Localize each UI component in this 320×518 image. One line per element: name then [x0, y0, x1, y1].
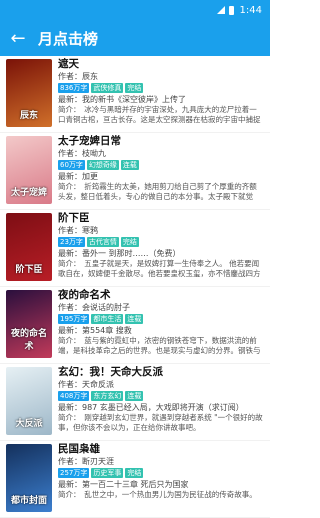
- book-tags: 60万字 幻想奇缘 连载: [58, 160, 264, 170]
- word-count-badge: 408万字: [58, 391, 90, 401]
- book-description: 简介： 折筠霧生的太美，她用剪刀给自己剪了个厚重的齐额头发，整日低着头，专心的做…: [58, 182, 257, 201]
- book-title[interactable]: 遮天: [58, 58, 264, 71]
- book-info: 阶下臣 作者：寒鸦 23万字 古代言情 完结 最新：番外一 到那时……（免费） 简介： 五皇…: [58, 212, 264, 279]
- book-description: 简介： 冰冷与黑暗并存的宇宙深处，九具庞大的龙尸拉着一口青铜古棺，亘古长存。这是…: [58, 105, 261, 124]
- latest-chapter: 最新：987 玄墨已经入局，大戏即将开演（求订阅）: [58, 403, 244, 412]
- cover-lettering: 阶下臣: [15, 265, 43, 275]
- latest-chapter: 最新：第554章 搜救: [58, 326, 132, 335]
- latest-chapter: 最新：第一百二十三章 死后只为国家: [58, 480, 189, 489]
- category-badge: 东方玄幻: [91, 391, 124, 401]
- category-badge: 历史军事: [91, 468, 124, 478]
- book-cover[interactable]: 大反派: [6, 367, 52, 435]
- book-title[interactable]: 太子宠婢日常: [58, 135, 264, 148]
- book-tags: 195万字 都市生活 连载: [58, 314, 264, 324]
- status-bar: 1:44: [0, 0, 270, 20]
- book-description: 简介： 蓝与紫的霓虹中，浓密的钢铁苍穹下，数据洪流的前端，是科技革命之后的世界。…: [58, 336, 261, 355]
- back-arrow-icon[interactable]: ←: [0, 28, 36, 49]
- book-author: 作者：辰东: [58, 72, 98, 81]
- word-count-badge: 195万字: [58, 314, 90, 324]
- book-author: 作者：天命反派: [58, 380, 114, 389]
- battery-icon: [228, 5, 234, 15]
- book-list-item[interactable]: 阶下臣 阶下臣 作者：寒鸦 23万字 古代言情 完结 最新：番外一 到那时……（免费） 简介：…: [0, 210, 270, 287]
- book-list-item[interactable]: 太子宠婢 太子宠婢日常 作者：枝呦九 60万字 幻想奇缘 连载 最新：加更 简介： 折筠霧生的…: [0, 133, 270, 210]
- status-badge: 完结: [125, 468, 144, 478]
- cover-lettering: 辰东: [19, 111, 38, 121]
- book-title[interactable]: 玄幻：我！天命大反派: [58, 366, 264, 379]
- book-title[interactable]: 夜的命名术: [58, 289, 264, 302]
- cover-lettering: 夜的命名术: [10, 329, 47, 352]
- cover-lettering: 太子宠婢: [10, 188, 47, 198]
- category-badge: 都市生活: [91, 314, 124, 324]
- status-badge: 完结: [125, 83, 144, 93]
- word-count-badge: 836万字: [58, 83, 90, 93]
- book-cover[interactable]: 太子宠婢: [6, 136, 52, 204]
- book-description: 简介： 乱世之中，一个热血男儿为国为民征战的传奇故事。: [58, 490, 257, 499]
- word-count-badge: 23万字: [58, 237, 85, 247]
- category-badge: 古代言情: [86, 237, 119, 247]
- book-list: 辰东 遮天 作者：辰东 836万字 武侠修真 完结 最新：我的新书《深空彼岸》上传了 简介： …: [0, 56, 270, 518]
- book-cover[interactable]: 辰东: [6, 59, 52, 127]
- latest-chapter: 最新：我的新书《深空彼岸》上传了: [58, 95, 186, 104]
- book-info: 玄幻：我！天命大反派 作者：天命反派 408万字 东方玄幻 连载 最新：987 玄墨已经入…: [58, 366, 264, 433]
- word-count-badge: 60万字: [58, 160, 85, 170]
- signal-icon: [216, 6, 225, 14]
- word-count-badge: 257万字: [58, 468, 90, 478]
- latest-chapter: 最新：番外一 到那时……（免费）: [58, 249, 181, 258]
- book-author: 作者：寒鸦: [58, 226, 98, 235]
- book-list-item[interactable]: 大反派 玄幻：我！天命大反派 作者：天命反派 408万字 东方玄幻 连载 最新：987 玄墨…: [0, 364, 270, 441]
- book-cover[interactable]: 夜的命名术: [6, 290, 52, 358]
- category-badge: 幻想奇缘: [86, 160, 119, 170]
- book-tags: 257万字 历史军事 完结: [58, 468, 264, 478]
- status-icons: [216, 5, 234, 15]
- book-tags: 408万字 东方玄幻 连载: [58, 391, 264, 401]
- cover-lettering: 都市封面: [10, 496, 47, 506]
- book-info: 夜的命名术 作者：会说话的肘子 195万字 都市生活 连载 最新：第554章 搜救 简介： …: [58, 289, 264, 356]
- book-tags: 836万字 武侠修真 完结: [58, 83, 264, 93]
- status-badge: 连载: [120, 160, 139, 170]
- status-badge: 完结: [120, 237, 139, 247]
- book-info: 民国枭雄 作者：断刃天涯 257万字 历史军事 完结 最新：第一百二十三章 死后只为国家简…: [58, 443, 264, 500]
- book-title[interactable]: 阶下臣: [58, 212, 264, 225]
- book-description: 简介： 刚穿越到玄幻世界，就遇到穿越者系统 "一个很好的故事，但你该不会以为，正…: [58, 413, 263, 432]
- book-info: 太子宠婢日常 作者：枝呦九 60万字 幻想奇缘 连载 最新：加更 简介： 折筠霧生的太美，她…: [58, 135, 264, 202]
- app-bar: ← 月点击榜: [0, 20, 270, 56]
- book-description: 简介： 五皇子就是天，是奴婢打算一生侍奉之人。 他若要闻歌自在，奴婢便千金散尽。…: [58, 259, 261, 278]
- book-author: 作者：会说话的肘子: [58, 303, 130, 312]
- status-badge: 连载: [125, 391, 144, 401]
- book-list-item[interactable]: 夜的命名术 夜的命名术 作者：会说话的肘子 195万字 都市生活 连载 最新：第554章 搜…: [0, 287, 270, 364]
- status-time: 1:44: [239, 4, 262, 16]
- book-author: 作者：断刃天涯: [58, 457, 114, 466]
- status-badge: 连载: [125, 314, 144, 324]
- page-title: 月点击榜: [38, 29, 99, 48]
- latest-chapter: 最新：加更: [58, 172, 98, 181]
- book-cover[interactable]: 都市封面: [6, 444, 52, 512]
- book-title[interactable]: 民国枭雄: [58, 443, 264, 456]
- book-tags: 23万字 古代言情 完结: [58, 237, 264, 247]
- book-info: 遮天 作者：辰东 836万字 武侠修真 完结 最新：我的新书《深空彼岸》上传了 简介： 冰冷…: [58, 58, 264, 125]
- book-author: 作者：枝呦九: [58, 149, 106, 158]
- book-list-item[interactable]: 辰东 遮天 作者：辰东 836万字 武侠修真 完结 最新：我的新书《深空彼岸》上传了 简介： …: [0, 56, 270, 133]
- book-cover[interactable]: 阶下臣: [6, 213, 52, 281]
- category-badge: 武侠修真: [91, 83, 124, 93]
- cover-lettering: 大反派: [15, 419, 43, 429]
